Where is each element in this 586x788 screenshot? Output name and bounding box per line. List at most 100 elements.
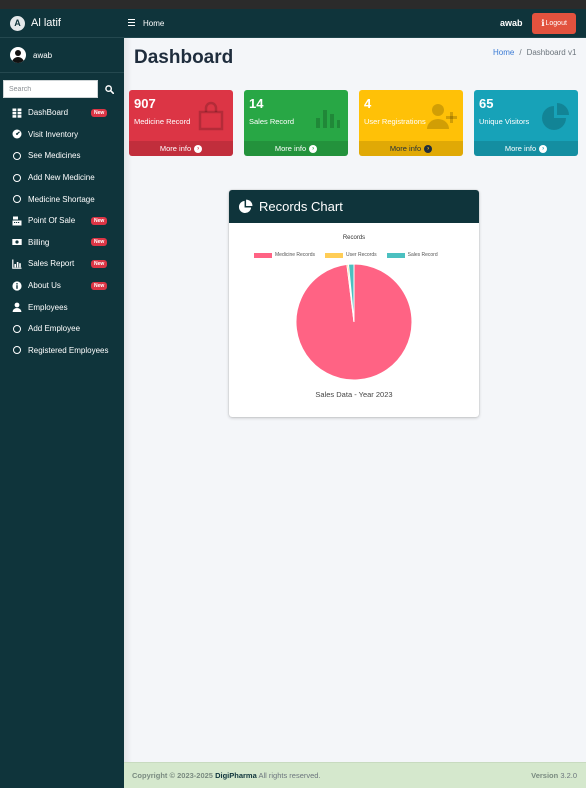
- chart-title: Records: [342, 235, 366, 241]
- more-info-label: More info: [274, 144, 307, 153]
- chart-legend: Medicine Records User Records Sales Record: [254, 252, 438, 258]
- circle-icon: [12, 345, 22, 355]
- more-info-link[interactable]: More info ›: [129, 141, 233, 156]
- sidebar-item-see-medicines[interactable]: See Medicines: [0, 145, 124, 167]
- footer-brand-link[interactable]: DigiPharma: [215, 771, 257, 780]
- more-info-link[interactable]: More info ›: [359, 141, 463, 156]
- footer-copyright: Copyright © 2023-2025 DigiPharma All rig…: [132, 771, 321, 780]
- legend-item[interactable]: Sales Record: [386, 252, 438, 258]
- legend-item[interactable]: User Records: [325, 252, 377, 258]
- top-navbar: Home awab ℹ Logout: [124, 9, 586, 38]
- sidebar: A Al latif awab DashBoard New Visit Invent…: [0, 9, 124, 788]
- sidebar-item-label: Point Of Sale: [28, 216, 76, 226]
- sidebar-item-medicine-shortage[interactable]: Medicine Shortage: [0, 188, 124, 210]
- legend-swatch: [254, 252, 272, 258]
- sidebar-search: [3, 80, 124, 98]
- legend-item[interactable]: Medicine Records: [254, 252, 315, 258]
- sidebar-item-label: See Medicines: [28, 151, 81, 161]
- breadcrumb: Home / Dashboard v1: [493, 48, 576, 57]
- card-header: Records Chart: [229, 190, 479, 223]
- footer-version-number: 3.2.0: [560, 771, 577, 780]
- avatar: [10, 47, 26, 63]
- sidebar-item-billing[interactable]: Billing New: [0, 232, 124, 254]
- chart-caption: Sales Data - Year 2023: [315, 390, 393, 399]
- money-bill-icon: [12, 237, 22, 247]
- circle-icon: [12, 173, 22, 183]
- info-box-value: 14: [249, 96, 264, 111]
- gauge-icon: [12, 108, 22, 118]
- bar-chart-icon: [316, 110, 340, 128]
- records-chart-card: Records Chart Records Medicine Records Us…: [229, 190, 479, 417]
- user-icon: [12, 302, 22, 313]
- shopping-bag-icon: [198, 101, 224, 131]
- sidebar-item-label: DashBoard: [28, 108, 69, 118]
- info-box-medicine-record: 907 Medicine Record More info ›: [129, 90, 233, 156]
- logout-label: Logout: [545, 20, 567, 27]
- new-badge: New: [91, 281, 108, 290]
- new-badge: New: [91, 216, 108, 225]
- sidebar-item-about-us[interactable]: About Us New: [0, 275, 124, 297]
- info-icon: ℹ: [541, 18, 545, 28]
- pie-chart-icon: [542, 103, 569, 130]
- search-input[interactable]: [3, 80, 98, 98]
- sidebar-item-point-of-sale[interactable]: Point Of Sale New: [0, 210, 124, 232]
- sidebar-item-employees[interactable]: Employees: [0, 296, 124, 318]
- circle-icon: [12, 151, 22, 161]
- window-top-strip: [0, 0, 586, 9]
- circle-icon: [12, 194, 22, 204]
- pie-chart-icon: [238, 199, 253, 214]
- sidebar-item-dashboard[interactable]: DashBoard New: [0, 102, 124, 124]
- more-info-label: More info: [504, 144, 537, 153]
- brand-link[interactable]: A Al latif: [0, 9, 124, 38]
- info-box-unique-visitors: 65 Unique Visitors More info ›: [474, 90, 578, 156]
- sidebar-item-label: Sales Report: [28, 259, 75, 269]
- menu-toggle-icon[interactable]: [128, 19, 135, 26]
- arrow-circle-right-icon: ›: [424, 144, 433, 153]
- sidebar-item-label: Employees: [28, 302, 68, 312]
- search-button[interactable]: [98, 80, 120, 98]
- info-circle-icon: [12, 280, 22, 291]
- new-badge: New: [91, 259, 108, 268]
- legend-swatch: [386, 252, 405, 258]
- user-panel[interactable]: awab: [0, 38, 124, 73]
- info-box-value: 907: [134, 96, 156, 111]
- sidebar-item-sales-report[interactable]: Sales Report New: [0, 253, 124, 275]
- footer-copyright-prefix: Copyright © 2023-2025: [132, 771, 213, 780]
- sidebar-item-add-employee[interactable]: Add Employee: [0, 318, 124, 340]
- info-box-user-registrations: 4 User Registrations More info ›: [359, 90, 463, 156]
- nav-user-name: awab: [500, 18, 523, 28]
- arrow-circle-right-icon: ›: [539, 144, 548, 153]
- sidebar-item-label: Add Employee: [28, 324, 81, 334]
- footer: Copyright © 2023-2025 DigiPharma All rig…: [124, 762, 586, 788]
- sidebar-item-label: Visit Inventory: [28, 129, 79, 139]
- arrow-circle-right-icon: ›: [194, 144, 203, 153]
- sidebar-item-add-new-medicine[interactable]: Add New Medicine: [0, 167, 124, 189]
- footer-version: Version 3.2.0: [531, 771, 577, 780]
- sidebar-item-label: Billing: [28, 237, 50, 247]
- more-info-link[interactable]: More info ›: [244, 141, 348, 156]
- info-box-sales-record: 14 Sales Record More info ›: [244, 90, 348, 156]
- new-badge: New: [91, 108, 108, 117]
- info-box-label: Sales Record: [249, 117, 295, 126]
- dashboard-dial-icon: [12, 129, 22, 139]
- sidebar-item-label: Registered Employees: [28, 345, 109, 355]
- new-badge: New: [91, 238, 108, 247]
- card-title: Records Chart: [259, 199, 343, 214]
- info-box-label: Unique Visitors: [479, 117, 530, 126]
- user-name: awab: [33, 50, 53, 60]
- breadcrumb-home-link[interactable]: Home: [493, 48, 514, 57]
- cash-register-icon: [12, 216, 22, 226]
- pie-chart: [295, 263, 413, 381]
- footer-version-label: Version: [531, 771, 559, 780]
- legend-label: Medicine Records: [275, 252, 316, 258]
- legend-label: Sales Record: [407, 252, 438, 258]
- nav-home-link[interactable]: Home: [143, 19, 164, 28]
- sidebar-item-visit-inventory[interactable]: Visit Inventory: [0, 124, 124, 146]
- breadcrumb-current: Dashboard v1: [526, 48, 577, 57]
- more-info-link[interactable]: More info ›: [474, 141, 578, 156]
- brand-name: Al latif: [31, 17, 61, 29]
- sidebar-item-registered-employees[interactable]: Registered Employees: [0, 340, 124, 362]
- info-box-label: User Registrations: [364, 117, 426, 126]
- info-box-value: 4: [364, 96, 372, 111]
- logout-button[interactable]: ℹ Logout: [532, 13, 576, 34]
